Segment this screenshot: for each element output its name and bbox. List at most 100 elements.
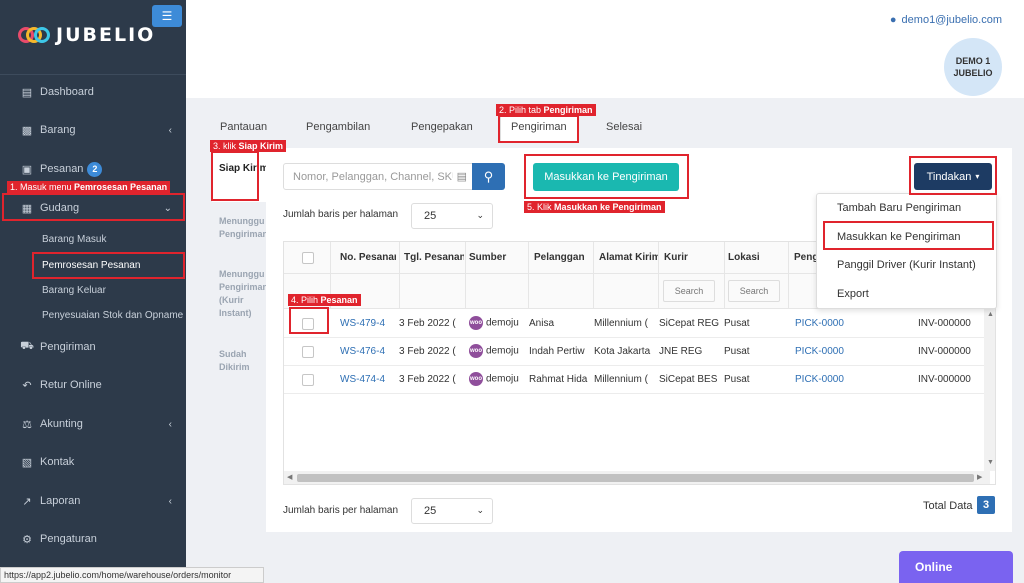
select-all-checkbox[interactable] <box>302 252 314 264</box>
annotation-bold: Pemrosesan Pesanan <box>74 182 168 192</box>
menu-item-panggil-driver[interactable]: Panggil Driver (Kurir Instant) <box>837 259 976 271</box>
sidebar-item-dashboard[interactable]: ▤ Dashboard <box>0 80 186 104</box>
annotation-bold: Siap Kirim <box>238 141 284 151</box>
sidebar-item-label: Pengiriman <box>40 341 96 353</box>
search-placeholder: Nomor, Pelanggan, Channel, SKU <box>293 170 453 183</box>
lokasi-filter-input[interactable]: Search <box>728 280 780 302</box>
pick-link[interactable]: PICK-0000 <box>795 374 855 385</box>
chevron-left-icon: ‹ <box>168 124 172 136</box>
scroll-left-icon[interactable]: ◀ <box>287 473 292 481</box>
chart-icon: ▤ <box>21 86 33 99</box>
rows-per-page-value: 25 <box>424 210 437 222</box>
column-divider <box>465 242 466 309</box>
col-lokasi[interactable]: Lokasi <box>728 252 778 263</box>
order-source: woo demoju <box>469 372 525 386</box>
sidebar-item-retur-online[interactable]: ↶ Retur Online <box>0 373 186 397</box>
column-divider <box>724 242 725 309</box>
horizontal-scrollbar[interactable]: ◀ ▶ <box>284 471 990 484</box>
sidebar-item-akunting[interactable]: ⚖ Akunting ‹ <box>0 412 186 436</box>
pick-link[interactable]: PICK-0000 <box>795 346 855 357</box>
row-checkbox[interactable] <box>302 346 314 358</box>
scale-icon: ⚖ <box>22 418 32 431</box>
sidebar-item-pesanan[interactable]: ▣ Pesanan 2 <box>0 157 186 181</box>
sidebar-item-barang[interactable]: ▩ Barang ‹ <box>0 118 186 142</box>
invoice-number: INV-000000 <box>918 346 971 357</box>
logo-text: JUBELIO <box>56 24 156 46</box>
scroll-up-icon[interactable]: ▲ <box>987 311 994 318</box>
tab-pantauan[interactable]: Pantauan <box>220 121 267 133</box>
row-checkbox[interactable] <box>302 374 314 386</box>
truck-icon: ⛟ <box>20 340 34 352</box>
vertical-scrollbar[interactable]: ▲ ▼ <box>984 309 995 471</box>
table-row[interactable]: WS-474-4 3 Feb 2022 ( woo demoju Rahmat H… <box>284 366 990 394</box>
order-date: 3 Feb 2022 ( <box>399 346 456 357</box>
annotation-label-5: 5. Klik Masukkan ke Pengiriman <box>524 201 665 213</box>
avatar[interactable]: DEMO 1 JUBELIO <box>944 38 1002 96</box>
search-input[interactable]: Nomor, Pelanggan, Channel, SKU ▤ <box>283 163 473 190</box>
user-menu[interactable]: ● demo1@jubelio.com <box>890 14 1002 26</box>
sidebar-divider <box>0 74 186 75</box>
rows-per-page-value: 25 <box>424 505 437 517</box>
scroll-down-icon[interactable]: ▼ <box>987 459 994 466</box>
sidebar-item-pengiriman[interactable]: ⛟ Pengiriman <box>0 335 186 359</box>
tab-pengambilan[interactable]: Pengambilan <box>306 121 370 133</box>
sidebar-item-pengaturan[interactable]: ⚙ Pengaturan <box>0 527 186 551</box>
order-source: woo demoju <box>469 344 525 358</box>
rows-per-page-select-bottom[interactable]: 25 ⌄ <box>411 498 493 524</box>
rows-per-page-label: Jumlah baris per halaman <box>283 209 399 220</box>
column-divider <box>399 242 400 309</box>
pick-link[interactable]: PICK-0000 <box>795 318 855 329</box>
kurir-filter-input[interactable]: Search <box>663 280 715 302</box>
woocommerce-icon: woo <box>469 344 483 358</box>
location: Pusat <box>724 318 750 329</box>
order-number-link[interactable]: WS-479-4 <box>340 318 396 329</box>
search-button[interactable]: ⚲ <box>472 163 505 190</box>
order-number-link[interactable]: WS-476-4 <box>340 346 396 357</box>
annotation-box-menu-masukkan <box>823 221 994 250</box>
menu-item-export[interactable]: Export <box>837 288 869 300</box>
substatus-panel <box>202 148 266 532</box>
col-alamat-kirim[interactable]: Alamat Kirim <box>599 252 658 263</box>
shipping-address: Millennium ( <box>594 374 648 385</box>
col-no-pesanan[interactable]: No. Pesanan <box>340 252 396 263</box>
online-status-button[interactable]: Online <box>899 551 1013 583</box>
sidebar-item-label: Akunting <box>40 418 83 430</box>
sidebar-item-laporan[interactable]: ↗ Laporan ‹ <box>0 489 186 513</box>
substatus-menunggu-pengiriman[interactable]: Menunggu Pengiriman <box>219 215 269 241</box>
col-pelanggan[interactable]: Pelanggan <box>534 252 590 263</box>
browser-status-bar: https://app2.jubelio.com/home/warehouse/… <box>0 567 264 583</box>
jubelio-logo[interactable]: JUBELIO <box>18 24 155 46</box>
annotation-box-gudang <box>2 193 185 221</box>
annotation-bold: Masukkan ke Pengiriman <box>554 202 662 212</box>
table-row[interactable]: WS-476-4 3 Feb 2022 ( woo demoju Indah Pe… <box>284 338 990 366</box>
sub-item-penyesuaian-stok[interactable]: Penyesuaian Stok dan Opname <box>42 310 183 321</box>
tab-pengepakan[interactable]: Pengepakan <box>411 121 473 133</box>
tindakan-dropdown-menu: Tambah Baru Pengiriman Masukkan ke Pengi… <box>816 193 997 309</box>
gears-icon: ⚙ <box>22 533 32 546</box>
table-row[interactable]: WS-479-4 3 Feb 2022 ( woo demoju Anisa Mi… <box>284 310 990 338</box>
column-divider <box>528 242 529 309</box>
sub-item-barang-keluar[interactable]: Barang Keluar <box>42 285 106 296</box>
horizontal-scroll-thumb[interactable] <box>297 474 974 482</box>
sidebar-item-kontak[interactable]: ▧ Kontak <box>0 450 186 474</box>
col-tgl-pesanan[interactable]: Tgl. Pesanan <box>404 252 464 263</box>
col-sumber[interactable]: Sumber <box>469 252 519 263</box>
chevron-left-icon: ‹ <box>168 495 172 507</box>
chevron-left-icon: ‹ <box>168 418 172 430</box>
substatus-sudah-dikirim[interactable]: Sudah Dikirim <box>219 348 269 374</box>
order-source: woo demoju <box>469 316 525 330</box>
sub-item-barang-masuk[interactable]: Barang Masuk <box>42 234 106 245</box>
menu-item-tambah-baru-pengiriman[interactable]: Tambah Baru Pengiriman <box>837 202 961 214</box>
menu-toggle-icon[interactable]: ☰ <box>152 5 182 27</box>
location: Pusat <box>724 374 750 385</box>
rows-per-page-select[interactable]: 25 ⌄ <box>411 203 493 229</box>
substatus-menunggu-kurir-instant[interactable]: Menunggu Pengiriman (Kurir Instant) <box>219 268 269 320</box>
tab-selesai[interactable]: Selesai <box>606 121 642 133</box>
column-divider <box>593 242 594 309</box>
order-number-link[interactable]: WS-474-4 <box>340 374 396 385</box>
scroll-right-icon[interactable]: ▶ <box>977 473 982 481</box>
annotation-box-row-checkbox <box>289 307 329 334</box>
sidebar-item-label: Retur Online <box>40 379 102 391</box>
total-data-badge: 3 <box>977 496 995 514</box>
col-kurir[interactable]: Kurir <box>664 252 714 263</box>
